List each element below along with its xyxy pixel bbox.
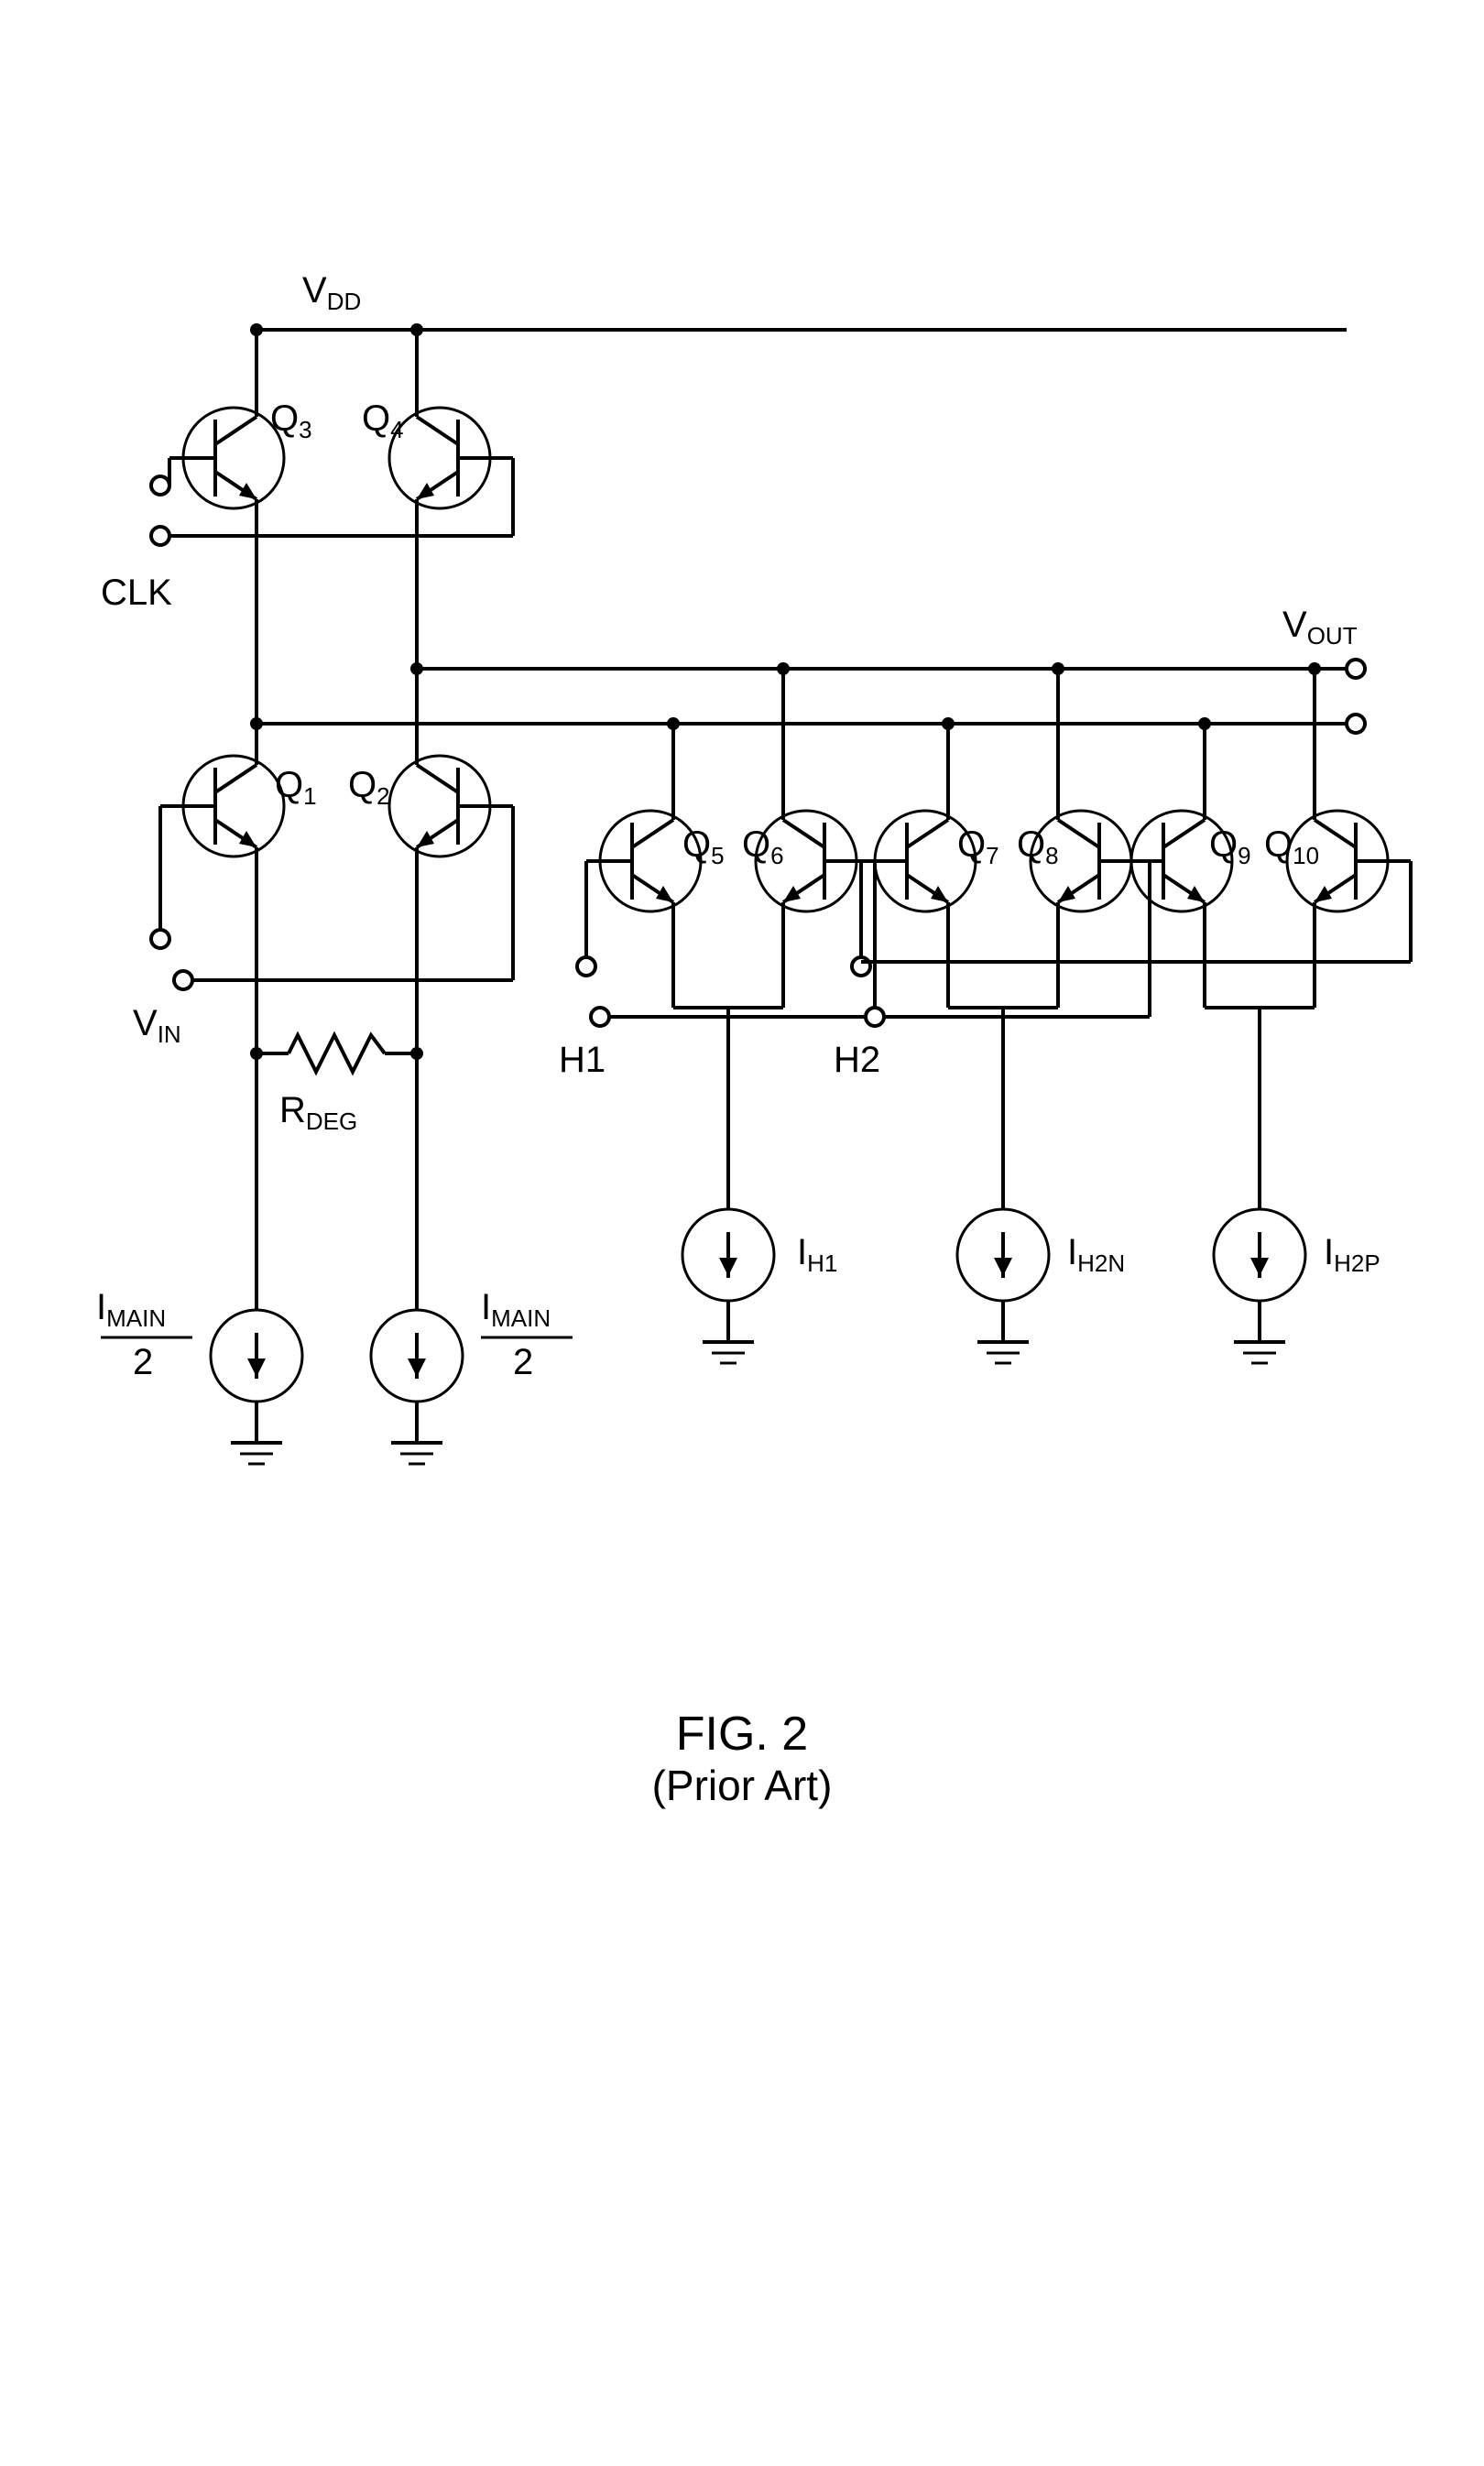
h2n-pair: Q7 Q8 H2	[834, 662, 1150, 1182]
svg-text:Q10: Q10	[1264, 824, 1319, 869]
svg-text:IMAIN: IMAIN	[481, 1287, 551, 1332]
svg-text:H2: H2	[834, 1040, 880, 1080]
vin-input: VIN	[133, 806, 513, 1048]
svg-text:Q7: Q7	[957, 824, 999, 869]
svg-text:Q5: Q5	[682, 824, 725, 869]
figure-caption: FIG. 2 (Prior Art)	[652, 1708, 833, 1809]
svg-text:IH1: IH1	[797, 1232, 837, 1277]
h1-pair: Q5 Q6 H1	[559, 662, 875, 1182]
svg-text:VDD: VDD	[302, 270, 361, 315]
current-source-imain-right: IMAIN 2	[371, 1053, 573, 1464]
vdd-rail: VDD	[256, 270, 1347, 330]
transistor-q2: Q2	[348, 641, 495, 1053]
svg-text:H1: H1	[559, 1040, 606, 1080]
svg-text:Q6: Q6	[742, 824, 784, 869]
degeneration-resistor: RDEG	[256, 1035, 417, 1135]
svg-text:2: 2	[513, 1342, 533, 1382]
svg-text:2: 2	[133, 1342, 153, 1382]
svg-text:IH2P: IH2P	[1324, 1232, 1380, 1277]
svg-text:Q1: Q1	[275, 765, 317, 810]
current-source-ih2p: IH2P	[1214, 1182, 1380, 1363]
current-source-ih2n: IH2N	[957, 1182, 1125, 1363]
svg-text:IMAIN: IMAIN	[96, 1287, 166, 1332]
current-source-imain-left: IMAIN 2	[96, 1053, 302, 1464]
svg-text:Q2: Q2	[348, 765, 390, 810]
clk-input: CLK	[101, 476, 172, 613]
svg-text:Q3: Q3	[270, 398, 312, 443]
transistor-q3: Q3	[169, 330, 312, 641]
current-source-ih1: IH1	[682, 1182, 837, 1363]
svg-text:IH2N: IH2N	[1067, 1232, 1125, 1277]
svg-text:Q4: Q4	[362, 398, 404, 443]
svg-text:(Prior Art): (Prior Art)	[652, 1762, 833, 1809]
svg-text:Q9: Q9	[1209, 824, 1251, 869]
svg-text:RDEG: RDEG	[279, 1090, 357, 1135]
svg-text:Q8: Q8	[1017, 824, 1059, 869]
transistor-q4: Q4	[169, 330, 513, 641]
svg-text:VIN: VIN	[133, 1003, 181, 1048]
svg-text:VOUT: VOUT	[1282, 605, 1358, 649]
transistor-q1: Q1	[179, 641, 317, 1053]
svg-text:FIG. 2: FIG. 2	[676, 1708, 808, 1761]
h2p-pair: Q9 Q10	[861, 662, 1411, 1182]
svg-text:CLK: CLK	[101, 573, 172, 613]
